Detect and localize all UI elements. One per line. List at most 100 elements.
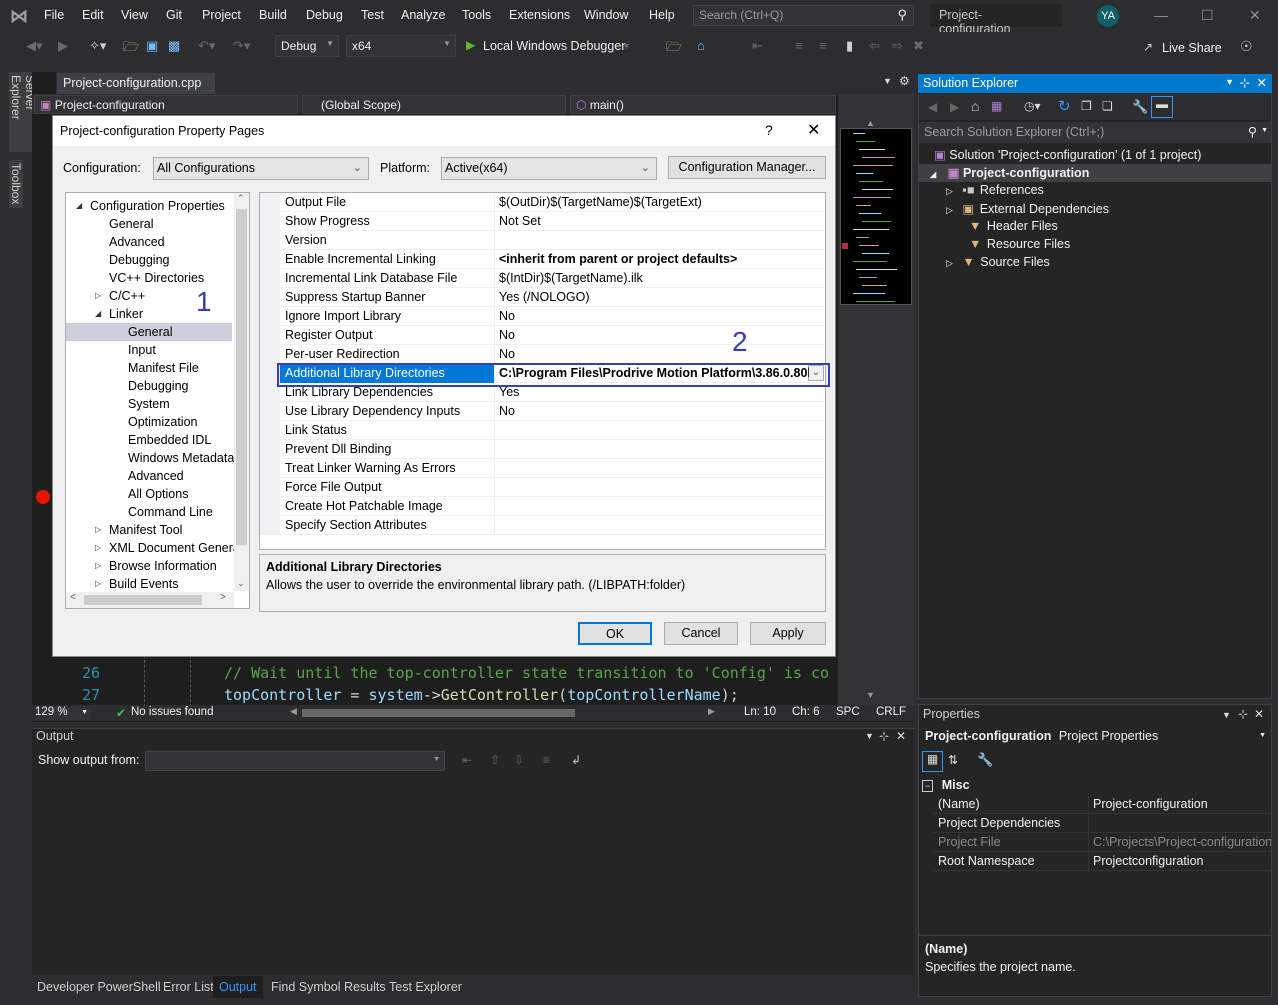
- category-misc[interactable]: − Misc: [922, 778, 970, 792]
- scope-nav-combo[interactable]: (Global Scope): [302, 95, 566, 114]
- issues-status[interactable]: No issues found: [131, 706, 213, 718]
- switch-views-icon[interactable]: ▦: [991, 99, 1002, 113]
- tab-find-symbol-results[interactable]: Find Symbol Results: [271, 980, 386, 994]
- property-row[interactable]: Specify Section Attributes: [280, 516, 824, 535]
- pin-icon[interactable]: ⊹: [879, 729, 889, 743]
- menu-git[interactable]: Git: [166, 8, 182, 22]
- back-icon[interactable]: ◀: [928, 100, 937, 114]
- breakpoint-icon[interactable]: [36, 490, 50, 504]
- property-category-tree[interactable]: ◢ Configuration Properties General Advanced…: [65, 192, 250, 609]
- zoom-combo[interactable]: 129 % ▼: [35, 706, 91, 720]
- tree-item-source-files[interactable]: ▷ ▼ Source Files: [946, 255, 1050, 269]
- property-row[interactable]: Output File $(OutDir)$(TargetName)$(Targe…: [280, 193, 824, 212]
- menu-test[interactable]: Test: [361, 8, 384, 22]
- document-tab[interactable]: Project-configuration.cpp ⊹ ✕: [57, 73, 215, 105]
- undo-icon[interactable]: ↶▾: [198, 38, 215, 54]
- previous-message-icon[interactable]: ⇧: [490, 753, 500, 767]
- clear-all-icon[interactable]: ≡: [543, 753, 550, 767]
- tree-item[interactable]: Advanced: [66, 467, 232, 485]
- panel-menu-icon[interactable]: ▼: [1225, 77, 1234, 87]
- menu-project[interactable]: Project: [202, 8, 241, 22]
- tree-item[interactable]: General: [66, 323, 232, 341]
- redo-icon[interactable]: ↷▾: [233, 38, 250, 54]
- property-row[interactable]: Treat Linker Warning As Errors: [280, 459, 824, 478]
- tree-item-references[interactable]: ▷ ▪■ References: [946, 183, 1044, 197]
- line-indicator[interactable]: Ln: 10: [744, 706, 776, 718]
- tree-scrollbar-thumb[interactable]: [236, 209, 247, 545]
- property-row[interactable]: (Name) Project-configuration: [933, 795, 1271, 814]
- tree-item[interactable]: Input: [66, 341, 232, 359]
- expanded-arrow-icon[interactable]: ◢: [76, 197, 82, 215]
- show-all-files-icon[interactable]: ❏: [1102, 99, 1113, 113]
- menu-help[interactable]: Help: [649, 8, 675, 22]
- minimap-viewport[interactable]: [840, 128, 912, 305]
- expanded-arrow-icon[interactable]: ◢: [930, 170, 936, 179]
- tree-item[interactable]: ▷ Build Events: [66, 575, 232, 593]
- solution-explorer-search[interactable]: Search Solution Explorer (Ctrl+;) ⚲ ▼: [919, 122, 1271, 143]
- start-debugging-button[interactable]: Local Windows Debugger: [483, 39, 625, 53]
- property-row[interactable]: Incremental Link Database File $(IntDir)$…: [280, 269, 824, 288]
- categorized-icon[interactable]: ▦: [922, 751, 943, 772]
- line-ending-indicator[interactable]: CRLF: [876, 706, 906, 718]
- tree-item[interactable]: Optimization: [66, 413, 232, 431]
- tree-horizontal-scrollbar[interactable]: < >: [66, 592, 234, 608]
- project-nav-combo[interactable]: ▣ Project-configuration: [34, 95, 298, 114]
- configuration-combo[interactable]: All Configurations ⌄: [153, 157, 369, 180]
- chevron-down-icon[interactable]: ▼: [622, 41, 631, 51]
- property-row[interactable]: Prevent Dll Binding: [280, 440, 824, 459]
- scroll-up-icon[interactable]: ⌃: [237, 193, 245, 204]
- platform-combo[interactable]: Active(x64) ⌄: [441, 157, 657, 180]
- maximize-button[interactable]: ☐: [1201, 7, 1214, 24]
- scroll-down-icon[interactable]: ▼: [866, 690, 875, 700]
- property-row[interactable]: Force File Output: [280, 478, 824, 497]
- close-panel-icon[interactable]: ✕: [896, 729, 906, 743]
- property-pages-wrench-icon[interactable]: 🔧: [977, 752, 993, 768]
- property-row[interactable]: Enable Incremental Linking <inherit from …: [280, 250, 824, 269]
- account-avatar[interactable]: YA: [1097, 5, 1119, 27]
- collapse-icon[interactable]: −: [922, 780, 934, 792]
- code-lines[interactable]: 26 // Wait until the top-controller stat…: [54, 655, 836, 707]
- tree-item[interactable]: Debugging: [66, 251, 232, 269]
- collapsed-arrow-icon[interactable]: ▷: [95, 287, 101, 305]
- save-icon[interactable]: ▣: [146, 38, 158, 54]
- sync-icon[interactable]: ↻: [1058, 97, 1071, 115]
- solution-node[interactable]: ▣ Solution 'Project-configuration' (1 of…: [934, 147, 1201, 162]
- preview-selected-items-icon[interactable]: ▬: [1151, 96, 1173, 118]
- menu-edit[interactable]: Edit: [82, 8, 104, 22]
- feedback-icon[interactable]: ☉: [1240, 38, 1253, 55]
- horizontal-scrollbar-thumb[interactable]: [302, 709, 575, 717]
- comment-icon[interactable]: ≡: [795, 38, 803, 53]
- tree-item[interactable]: ▷ XML Document Genera: [66, 539, 240, 557]
- open-folder-icon[interactable]: 🗁: [123, 38, 139, 60]
- tree-item[interactable]: Command Line: [66, 503, 232, 521]
- tree-item-resource-files[interactable]: ▼ Resource Files: [969, 237, 1070, 251]
- word-wrap-icon[interactable]: ↲: [571, 753, 581, 767]
- pin-icon[interactable]: ⊹: [1238, 707, 1248, 721]
- tree-item[interactable]: ▷ Manifest Tool: [66, 521, 232, 539]
- toolbox-tab[interactable]: Toolbox: [9, 160, 23, 208]
- member-nav-combo[interactable]: ⬡ main(): [570, 95, 836, 114]
- property-row[interactable]: Suppress Startup Banner Yes (/NOLOGO): [280, 288, 824, 307]
- property-row[interactable]: Create Hot Patchable Image: [280, 497, 824, 516]
- collapsed-arrow-icon[interactable]: ▷: [946, 258, 953, 268]
- navigate-forward-icon[interactable]: ▶: [58, 38, 68, 54]
- tree-hscroll-thumb[interactable]: [84, 595, 202, 605]
- ok-button[interactable]: OK: [578, 622, 652, 645]
- outdent-icon[interactable]: ⇤: [752, 38, 763, 54]
- cancel-button[interactable]: Cancel: [664, 622, 738, 645]
- tree-item[interactable]: Manifest File: [66, 359, 232, 377]
- previous-bookmark-icon[interactable]: ⇦: [869, 38, 880, 54]
- tab-developer-powershell[interactable]: Developer PowerShell: [37, 980, 161, 994]
- menu-view[interactable]: View: [121, 8, 148, 22]
- tree-item[interactable]: VC++ Directories: [66, 269, 232, 287]
- pending-changes-icon[interactable]: ◷▾: [1024, 99, 1041, 113]
- live-share-button[interactable]: Live Share: [1162, 41, 1222, 55]
- tree-item[interactable]: All Options: [66, 485, 232, 503]
- alphabetical-sort-icon[interactable]: ⇅: [948, 753, 958, 767]
- minimize-button[interactable]: —: [1154, 7, 1168, 23]
- panel-menu-icon[interactable]: ▼: [865, 731, 874, 741]
- properties-wrench-icon[interactable]: 🔧: [1132, 99, 1148, 115]
- scroll-down-icon[interactable]: ⌄: [237, 578, 245, 589]
- tree-item-external-dependencies[interactable]: ▷ ▣ External Dependencies: [946, 201, 1109, 216]
- tree-item[interactable]: Debugging: [66, 377, 232, 395]
